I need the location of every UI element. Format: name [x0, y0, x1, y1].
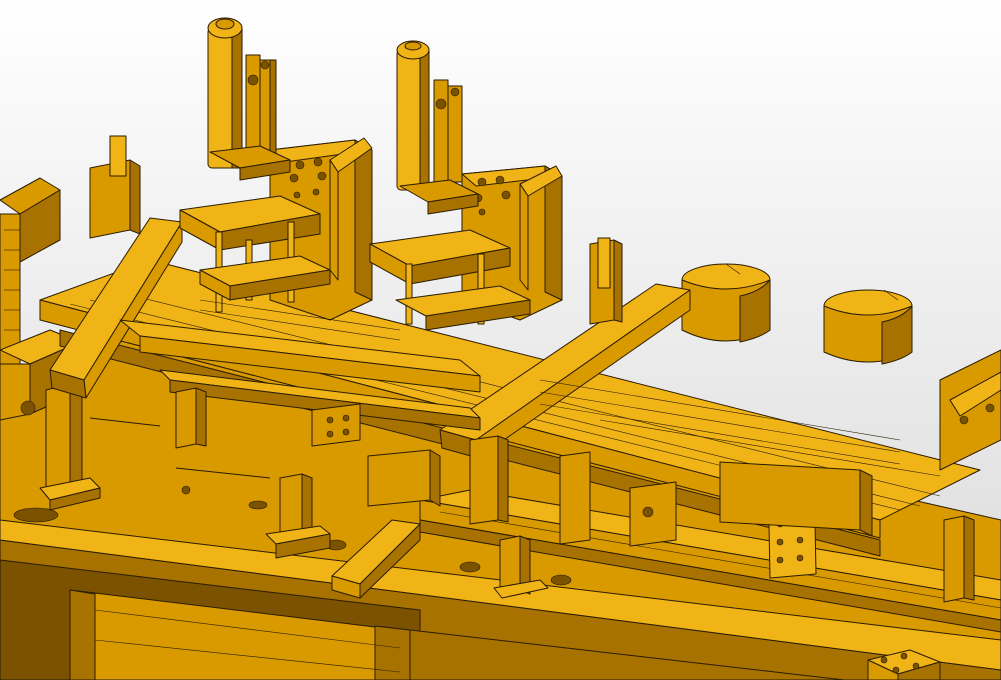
press-cylinder-2: [396, 40, 463, 191]
feeder-bowl-1: [681, 263, 771, 343]
press-station-1: [179, 17, 373, 321]
cad-viewport[interactable]: [0, 0, 1001, 680]
press-station-2: [369, 40, 563, 331]
assembly-model[interactable]: [0, 0, 1001, 680]
feeder-bowl-2: [823, 289, 913, 365]
